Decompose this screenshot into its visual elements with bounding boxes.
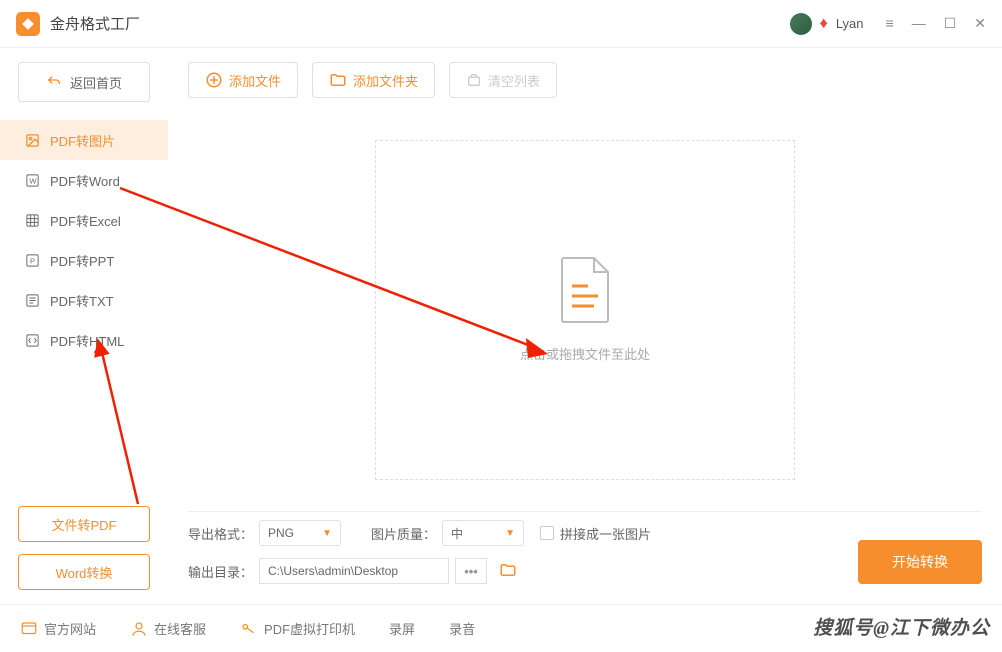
export-format-select[interactable]: PNG ▼ xyxy=(259,520,341,546)
image-icon xyxy=(24,132,40,148)
nav-pdf-to-excel[interactable]: PDF转Excel xyxy=(0,200,168,240)
titlebar: 金舟格式工厂 ♦ Lyan ≡ — ☐ ✕ xyxy=(0,0,1002,48)
chevron-down-icon: ▼ xyxy=(505,528,515,539)
word-convert-button[interactable]: Word转换 xyxy=(18,554,150,590)
nav-label: PDF转Excel xyxy=(50,211,121,230)
watermark-text: 搜狐号@江下微办公 xyxy=(813,613,990,640)
nav-label: PDF转PPT xyxy=(50,251,114,270)
menu-button[interactable]: ≡ xyxy=(886,15,894,32)
file-to-pdf-button[interactable]: 文件转PDF xyxy=(18,506,150,542)
nav-pdf-to-word[interactable]: W PDF转Word xyxy=(0,160,168,200)
close-button[interactable]: ✕ xyxy=(974,15,986,32)
dropzone[interactable]: 点击或拖拽文件至此处 xyxy=(375,140,795,480)
nav-label: PDF转HTML xyxy=(50,331,124,350)
ppt-icon: P xyxy=(24,252,40,268)
start-convert-button[interactable]: 开始转换 xyxy=(858,540,982,584)
official-website-link[interactable]: 官方网站 xyxy=(20,619,96,638)
toolbar: 添加文件 添加文件夹 清空列表 xyxy=(188,62,982,98)
audio-record-link[interactable]: 录音 xyxy=(449,619,475,638)
nav-list: PDF转图片 W PDF转Word PDF转Excel P PDF转PPT PD… xyxy=(0,120,168,506)
add-file-button[interactable]: 添加文件 xyxy=(188,62,298,98)
nav-label: PDF转图片 xyxy=(50,131,115,150)
output-dir-label: 输出目录： xyxy=(188,562,253,581)
minimize-button[interactable]: — xyxy=(912,15,926,32)
svg-text:P: P xyxy=(30,256,35,265)
add-folder-button[interactable]: 添加文件夹 xyxy=(312,62,435,98)
maximize-button[interactable]: ☐ xyxy=(944,15,957,32)
output-dir-input[interactable] xyxy=(259,558,449,584)
clear-list-button: 清空列表 xyxy=(449,62,557,98)
document-icon xyxy=(558,256,612,324)
txt-icon xyxy=(24,292,40,308)
merge-checkbox[interactable]: 拼接成一张图片 xyxy=(540,524,651,543)
open-folder-icon[interactable] xyxy=(499,561,517,582)
avatar xyxy=(790,13,812,35)
excel-icon xyxy=(24,212,40,228)
image-quality-select[interactable]: 中 ▼ xyxy=(442,520,524,546)
sidebar: 返回首页 PDF转图片 W PDF转Word PDF转Excel P PDF转P… xyxy=(0,48,168,604)
nav-pdf-to-ppt[interactable]: P PDF转PPT xyxy=(0,240,168,280)
image-quality-label: 图片质量： xyxy=(371,524,436,543)
nav-label: PDF转Word xyxy=(50,171,120,190)
nav-pdf-to-txt[interactable]: PDF转TXT xyxy=(0,280,168,320)
virtual-printer-link[interactable]: PDF虚拟打印机 xyxy=(240,619,355,638)
window-controls: ≡ — ☐ ✕ xyxy=(886,15,986,32)
back-home-label: 返回首页 xyxy=(70,73,122,92)
online-support-link[interactable]: 在线客服 xyxy=(130,619,206,638)
user-area[interactable]: ♦ Lyan xyxy=(790,13,864,35)
username: Lyan xyxy=(836,16,864,31)
html-icon xyxy=(24,332,40,348)
nav-pdf-to-html[interactable]: PDF转HTML xyxy=(0,320,168,360)
nav-label: PDF转TXT xyxy=(50,291,114,310)
back-home-button[interactable]: 返回首页 xyxy=(18,62,150,102)
vip-badge-icon: ♦ xyxy=(820,15,828,33)
screen-record-link[interactable]: 录屏 xyxy=(389,619,415,638)
word-icon: W xyxy=(24,172,40,188)
nav-pdf-to-image[interactable]: PDF转图片 xyxy=(0,120,168,160)
browse-button[interactable]: ••• xyxy=(455,558,487,584)
content-area: 添加文件 添加文件夹 清空列表 点击或拖拽文件至此处 xyxy=(168,48,1002,604)
checkbox-icon xyxy=(540,526,554,540)
export-format-label: 导出格式： xyxy=(188,524,253,543)
chevron-down-icon: ▼ xyxy=(322,528,332,539)
dropzone-text: 点击或拖拽文件至此处 xyxy=(520,344,650,363)
app-logo-icon xyxy=(16,12,40,36)
svg-text:W: W xyxy=(29,176,37,185)
app-title: 金舟格式工厂 xyxy=(50,13,790,34)
